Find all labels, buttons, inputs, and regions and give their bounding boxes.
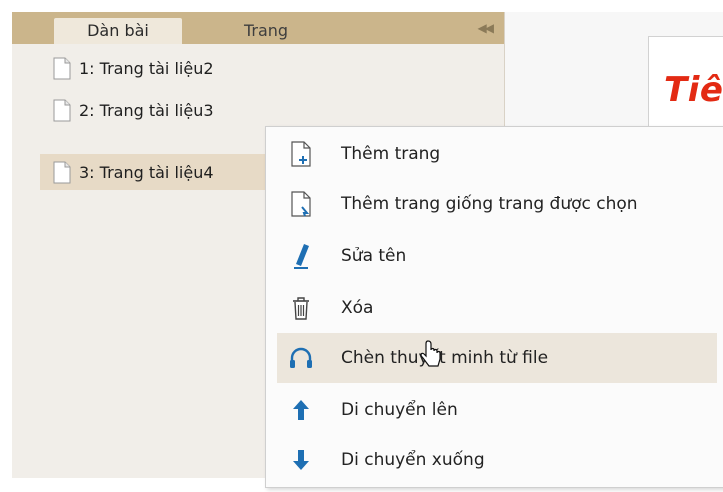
page-list-item-label: 3: Trang tài liệu4 — [79, 162, 214, 182]
headphones-icon — [285, 342, 317, 374]
menu-item-label: Xóa — [341, 298, 374, 318]
page-context-menu: Thêm trang Thêm trang giống trang được c… — [265, 126, 723, 488]
slide-title-text: Tiê — [664, 70, 723, 110]
menu-item-label: Thêm trang — [341, 144, 441, 164]
menu-item-rename[interactable]: Sửa tên — [277, 231, 717, 281]
menu-item-duplicate-page[interactable]: Thêm trang giống trang được chọn — [277, 179, 717, 229]
page-list-item-selected[interactable]: 3: Trang tài liệu4 — [40, 154, 285, 190]
trash-icon — [285, 292, 317, 324]
page-document-icon — [53, 161, 71, 184]
panel-tab-bar: Dàn bài Trang ◀◀ — [12, 12, 504, 44]
duplicate-page-icon — [285, 188, 317, 220]
menu-item-move-up[interactable]: Di chuyển lên — [277, 385, 717, 435]
tab-outline[interactable]: Dàn bài — [54, 18, 182, 44]
tab-pages[interactable]: Trang — [206, 18, 326, 44]
app-window: Dàn bài Trang ◀◀ 1: Trang tài liệu2 2: T… — [0, 0, 723, 492]
menu-item-label: Thêm trang giống trang được chọn — [341, 194, 638, 214]
arrow-up-icon — [285, 394, 317, 426]
pencil-icon — [285, 240, 317, 272]
arrow-down-icon — [285, 444, 317, 476]
add-page-icon — [285, 138, 317, 170]
page-list-item[interactable]: 1: Trang tài liệu2 — [45, 52, 214, 84]
menu-item-insert-narration[interactable]: Chèn thuyết minh từ file — [277, 333, 717, 383]
page-list-item-label: 1: Trang tài liệu2 — [79, 58, 214, 78]
menu-item-add-page[interactable]: Thêm trang — [277, 129, 717, 179]
menu-item-delete[interactable]: Xóa — [277, 283, 717, 333]
menu-item-label: Sửa tên — [341, 246, 407, 266]
menu-item-label: Di chuyển lên — [341, 400, 458, 420]
page-document-icon — [53, 99, 71, 122]
page-list-item-label: 2: Trang tài liệu3 — [79, 100, 214, 120]
menu-item-move-down[interactable]: Di chuyển xuống — [277, 435, 717, 485]
collapse-panel-icon[interactable]: ◀◀ — [478, 21, 495, 35]
page-document-icon — [53, 57, 71, 80]
menu-item-label: Chèn thuyết minh từ file — [341, 348, 549, 368]
page-list-item[interactable]: 2: Trang tài liệu3 — [45, 94, 214, 126]
menu-item-label: Di chuyển xuống — [341, 450, 485, 470]
